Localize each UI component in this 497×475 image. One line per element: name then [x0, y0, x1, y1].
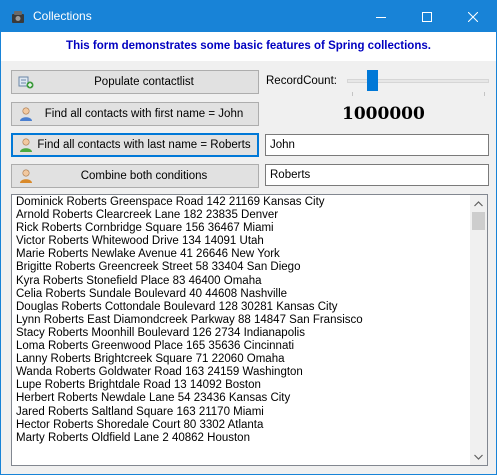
first-name-input[interactable]: John [265, 134, 489, 156]
scroll-down-button[interactable] [470, 448, 487, 465]
combine-conditions-button[interactable]: Combine both conditions [11, 164, 259, 188]
list-item[interactable]: Arnold Roberts Clearcreek Lane 182 23835… [14, 209, 469, 222]
find-first-name-button[interactable]: Find all contacts with first name = John [11, 102, 259, 126]
list-item[interactable]: Lupe Roberts Brightdale Road 13 14092 Bo… [14, 379, 469, 392]
vertical-scrollbar[interactable] [470, 195, 487, 465]
description-banner: This form demonstrates some basic featur… [1, 32, 496, 61]
title-bar[interactable]: Collections [1, 1, 496, 32]
person-green-icon [20, 138, 32, 152]
chevron-down-icon [474, 454, 483, 460]
list-item[interactable]: Marie Roberts Newlake Avenue 41 26646 Ne… [14, 248, 469, 261]
list-item[interactable]: Herbert Roberts Newdale Lane 54 23436 Ka… [14, 392, 469, 405]
list-item[interactable]: Dominick Roberts Greenspace Road 142 211… [14, 196, 469, 209]
list-item[interactable]: Hector Roberts Shoredale Court 80 3302 A… [14, 419, 469, 432]
chevron-up-icon [474, 200, 483, 206]
list-item[interactable]: Lynn Roberts East Diamondcreek Parkway 8… [14, 314, 469, 327]
list-item[interactable]: Victor Roberts Whitewood Drive 134 14091… [14, 235, 469, 248]
maximize-icon [422, 11, 432, 22]
record-count-slider-thumb[interactable] [367, 70, 378, 91]
results-list: Dominick Roberts Greenspace Road 142 211… [14, 196, 469, 445]
last-name-input[interactable]: Roberts [265, 164, 489, 186]
minimize-button[interactable] [358, 1, 404, 32]
populate-contactlist-button[interactable]: Populate contactlist [11, 70, 259, 94]
close-button[interactable] [450, 1, 496, 32]
app-icon [12, 11, 24, 23]
populate-contactlist-label: Populate contactlist [94, 76, 194, 88]
list-item[interactable]: Brigitte Roberts Greencreek Street 58 33… [14, 261, 469, 274]
list-item[interactable]: Loma Roberts Greenwood Place 165 35636 C… [14, 340, 469, 353]
slider-tick [352, 92, 353, 96]
list-item[interactable]: Jared Roberts Saltland Square 163 21170 … [14, 406, 469, 419]
list-item[interactable]: Kyra Roberts Stonefield Place 83 46400 O… [14, 275, 469, 288]
collections-window: Collections This form demonstrates some … [0, 0, 497, 475]
close-icon [468, 11, 478, 22]
find-first-name-label: Find all contacts with first name = John [44, 108, 244, 120]
list-item[interactable]: Marty Roberts Oldfield Lane 2 40862 Hous… [14, 432, 469, 445]
maximize-button[interactable] [404, 1, 450, 32]
find-last-name-button[interactable]: Find all contacts with last name = Rober… [11, 133, 259, 157]
scroll-thumb[interactable] [472, 212, 485, 230]
list-item[interactable]: Douglas Roberts Cottondale Boulevard 128… [14, 301, 469, 314]
description-text: This form demonstrates some basic featur… [66, 40, 431, 52]
list-item[interactable]: Stacy Roberts Moonhill Boulevard 126 273… [14, 327, 469, 340]
minimize-icon [376, 16, 386, 18]
record-count-value: 1000000 [342, 104, 425, 124]
scroll-up-button[interactable] [470, 195, 487, 212]
list-item[interactable]: Wanda Roberts Goldwater Road 163 24159 W… [14, 366, 469, 379]
list-item[interactable]: Lanny Roberts Brightcreek Square 71 2206… [14, 353, 469, 366]
slider-tick [484, 92, 485, 96]
list-item[interactable]: Celia Roberts Sundale Boulevard 40 44608… [14, 288, 469, 301]
window-title: Collections [33, 9, 92, 23]
list-item[interactable]: Rick Roberts Cornbridge Square 156 36467… [14, 222, 469, 235]
record-count-label: RecordCount: [266, 75, 337, 87]
find-last-name-label: Find all contacts with last name = Rober… [37, 139, 251, 151]
results-listbox[interactable]: Dominick Roberts Greenspace Road 142 211… [11, 194, 488, 466]
combine-conditions-label: Combine both conditions [80, 170, 208, 182]
